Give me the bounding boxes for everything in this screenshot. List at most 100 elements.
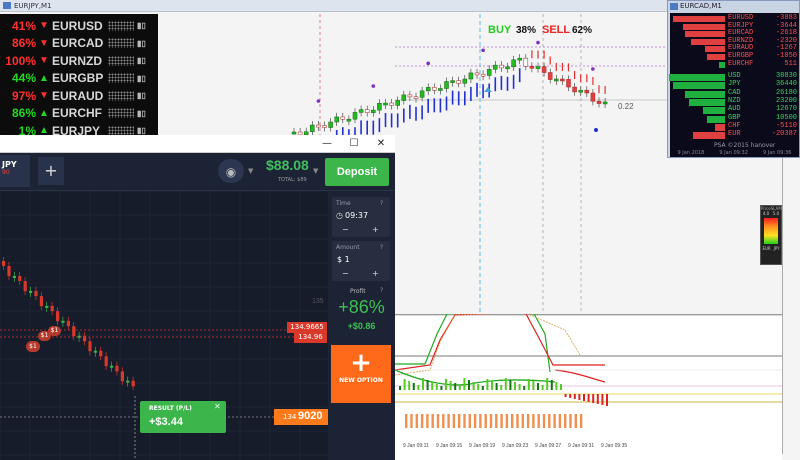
asset-tab[interactable]: JPY 90 xyxy=(0,155,30,187)
iq-candle xyxy=(23,281,27,292)
trade-marker[interactable]: $1 xyxy=(26,341,40,352)
histogram-bar xyxy=(606,394,608,406)
candle-body xyxy=(560,78,565,82)
camera-button[interactable]: ◉ xyxy=(218,159,244,183)
trading-platform-window[interactable]: — ☐ ✕ JPY 90 + ◉ ▼ $88.08 TOTAL: $89 ▼ D… xyxy=(0,135,395,460)
help-icon[interactable]: ? xyxy=(380,200,383,207)
add-asset-button[interactable]: + xyxy=(38,157,64,185)
minus-button[interactable]: − xyxy=(342,269,349,278)
candle-body xyxy=(529,66,535,69)
histogram-bar xyxy=(523,386,526,390)
help-icon[interactable]: ? xyxy=(380,287,383,294)
new-option-button[interactable]: + NEW OPTION xyxy=(331,345,391,403)
histogram-bar xyxy=(509,380,512,390)
currency-strength-row: AUD 12670 xyxy=(670,106,799,115)
indicator-panes[interactable]: 9 Jan 09:11 9 Jan 09:15 9 Jan 09:19 9 Jan 0… xyxy=(395,314,800,460)
strength-pct: 41% xyxy=(11,18,36,33)
signal-dot xyxy=(426,61,431,66)
time-label: 9 Jan 09:23 xyxy=(502,443,528,449)
chart-window-icon xyxy=(3,2,11,9)
help-icon[interactable]: ? xyxy=(380,244,383,251)
time-label: 9 Jan 09:15 xyxy=(436,443,462,449)
candle-body xyxy=(334,116,339,123)
account-balance[interactable]: $88.08 xyxy=(266,157,309,173)
candle-body xyxy=(291,131,297,135)
iq-candle xyxy=(61,320,65,323)
candle-body xyxy=(499,64,504,69)
indicator-box-v2: 5.0 xyxy=(772,211,780,216)
eurcad-window[interactable]: EURCAD,M1 EURUSD -3883 EURJPY -3644 EURC… xyxy=(667,0,800,158)
amount-selector[interactable]: Amount ? $ 1 − + xyxy=(332,241,390,281)
iq-titlebar[interactable]: — ☐ ✕ xyxy=(0,135,395,153)
iq-candle xyxy=(126,380,130,383)
candle-body xyxy=(377,102,382,111)
candle-body xyxy=(602,101,608,105)
pair-name: EURGBP xyxy=(52,71,104,86)
mt4-candles xyxy=(291,54,608,139)
strength-bar xyxy=(707,54,725,60)
strength-bar xyxy=(673,82,725,90)
histogram-bar xyxy=(408,381,411,390)
orange-bar xyxy=(405,414,408,428)
close-icon[interactable]: ✕ xyxy=(214,402,221,411)
iq-header: JPY 90 + ◉ ▼ $88.08 TOTAL: $89 ▼ Deposit xyxy=(0,153,395,191)
orange-bar xyxy=(532,414,535,428)
iq-candle xyxy=(110,365,114,368)
minimize-icon[interactable]: — xyxy=(318,136,336,152)
orange-bar xyxy=(548,414,551,428)
profit-percent: +86% xyxy=(338,297,385,317)
chevron-down-icon[interactable]: ▼ xyxy=(313,167,318,175)
strength-bar xyxy=(683,23,725,30)
currency-value: 36440 xyxy=(775,80,797,89)
copyright-label: PSA ©2015 hanover xyxy=(714,142,776,149)
dot-matrix-icon xyxy=(108,20,134,31)
orange-bar xyxy=(526,414,530,428)
chevron-down-icon[interactable]: ▼ xyxy=(248,167,253,175)
histogram-bar xyxy=(440,386,443,390)
pair-strength-row: EURCHF 511 xyxy=(670,59,799,68)
iq-candle xyxy=(45,305,49,308)
signal-dot xyxy=(536,40,540,45)
strength-pct: 86% xyxy=(11,36,36,51)
candle-body xyxy=(474,72,480,76)
pair-value: 511 xyxy=(784,59,797,68)
iq-candle xyxy=(83,335,87,342)
candle-body xyxy=(358,109,364,113)
plus-button[interactable]: + xyxy=(372,269,379,278)
time-selector[interactable]: Time ? ◷ 09:37 − + xyxy=(332,197,390,237)
histogram-bar xyxy=(422,378,424,390)
strength-bar xyxy=(705,46,725,53)
arrow-down-icon: ▼ xyxy=(39,37,49,49)
result-popup[interactable]: RESULT (P/L) ✕ +$3.44 xyxy=(140,401,226,433)
currency-value: 10500 xyxy=(775,113,797,122)
candle-body xyxy=(456,80,461,84)
currency-name: EUR xyxy=(728,130,741,139)
currency-strength-panel: 41% ▼ EURUSD ▮▯ 86% ▼ EURCAD ▮▯ 100% ▼ EUR… xyxy=(0,14,158,138)
trade-marker[interactable]: $1 xyxy=(48,326,61,336)
time-label: 9 Jan 09:11 xyxy=(403,443,429,449)
currency-name: CAD xyxy=(728,88,741,97)
close-icon[interactable]: ✕ xyxy=(372,136,390,152)
maximize-icon[interactable]: ☐ xyxy=(345,136,363,152)
histogram-bar xyxy=(491,381,493,390)
candle-body xyxy=(432,87,437,91)
candle-body xyxy=(438,88,443,91)
candle-body xyxy=(364,109,370,113)
iq-price-chart[interactable]: 135 $1 $1 $1 134.9665 134.96 RESULT (P/L… xyxy=(0,191,328,460)
orange-bar xyxy=(579,414,583,428)
arrow-up-icon: ▲ xyxy=(39,107,49,119)
histogram-bar xyxy=(458,385,461,390)
plus-button[interactable]: + xyxy=(372,225,379,234)
asset-tab-sub: 90 xyxy=(2,169,10,176)
time-label: 9 Jan 09:19 xyxy=(469,443,495,449)
histogram-bar xyxy=(449,381,452,390)
minus-button[interactable]: − xyxy=(342,225,349,234)
camera-icon: ◉ xyxy=(225,165,237,179)
deposit-button[interactable]: Deposit xyxy=(325,158,389,186)
orange-bar xyxy=(415,414,418,428)
currency-name: USD xyxy=(728,72,741,80)
signal-sell-pct: 62% xyxy=(572,25,592,36)
histogram-bar xyxy=(435,384,438,390)
signal-bars-icon: ▮▯ xyxy=(137,91,146,101)
signal-bars-icon: ▮▯ xyxy=(137,108,146,118)
